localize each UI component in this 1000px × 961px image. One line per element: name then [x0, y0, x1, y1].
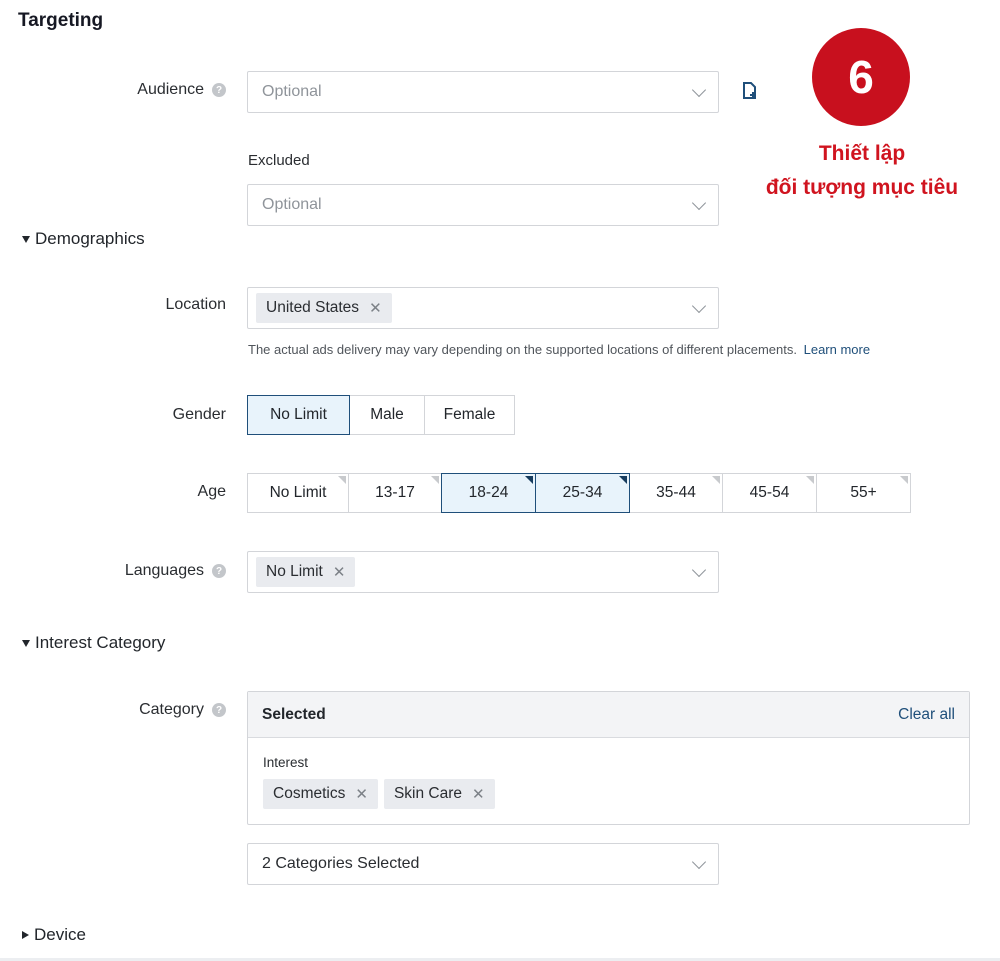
interest-group-label: Interest: [263, 755, 309, 770]
selected-heading: Selected: [262, 705, 326, 723]
age-option-18-24[interactable]: 18-24: [441, 473, 536, 513]
close-icon[interactable]: ✕: [333, 563, 346, 581]
excluded-select[interactable]: Optional: [247, 184, 719, 226]
interest-tag: Cosmetics ✕: [263, 779, 378, 809]
close-icon[interactable]: ✕: [472, 785, 485, 803]
excluded-label: Excluded: [248, 152, 310, 169]
close-icon[interactable]: ✕: [355, 785, 368, 803]
age-option-label: 13-17: [375, 484, 415, 501]
languages-label: Languages: [124, 562, 204, 579]
age-option-45-54[interactable]: 45-54: [722, 473, 817, 513]
help-icon[interactable]: ?: [212, 83, 226, 97]
clear-all-link[interactable]: Clear all: [898, 706, 955, 724]
caret-right-icon: [22, 931, 29, 939]
interest-category-toggle[interactable]: Interest Category: [22, 633, 165, 653]
category-dropdown[interactable]: 2 Categories Selected: [247, 843, 719, 885]
languages-select[interactable]: No Limit ✕: [247, 551, 719, 593]
chevron-down-icon: [691, 82, 707, 97]
age-option-label: 18-24: [468, 484, 509, 501]
age-option-no-limit[interactable]: No Limit: [247, 473, 349, 513]
corner-mark: [338, 476, 346, 484]
language-tag: No Limit ✕: [256, 557, 356, 587]
section-title-targeting: Targeting: [18, 10, 104, 31]
device-title: Device: [34, 925, 86, 944]
annotation-line-1: Thiết lập: [818, 142, 906, 165]
age-option-label: 35-44: [656, 484, 696, 501]
interest-tag: Skin Care ✕: [383, 779, 495, 809]
corner-mark: [900, 476, 908, 484]
demographics-toggle[interactable]: Demographics: [22, 229, 145, 249]
corner-mark: [619, 476, 627, 484]
location-note-text: The actual ads delivery may vary dependi…: [248, 342, 797, 357]
gender-label: Gender: [172, 406, 226, 423]
audience-select[interactable]: Optional: [247, 71, 719, 113]
age-segmented: No Limit 13-17 18-24 25-34 35-44 45-54 5…: [247, 473, 911, 513]
caret-down-icon: [22, 639, 30, 647]
age-option-13-17[interactable]: 13-17: [348, 473, 442, 513]
interest-tag-label: Cosmetics: [273, 785, 346, 802]
audience-label: Audience: [137, 81, 204, 98]
category-label-row: Category ?: [0, 698, 226, 722]
languages-label-row: Languages ?: [0, 559, 226, 583]
age-label-row: Age: [0, 480, 226, 504]
location-note: The actual ads delivery may vary dependi…: [248, 342, 870, 357]
close-icon[interactable]: ✕: [369, 299, 382, 317]
gender-segmented: No Limit Male Female: [247, 395, 515, 435]
location-tag-label: United States: [266, 299, 360, 316]
category-label: Category: [139, 701, 204, 718]
demographics-title: Demographics: [35, 229, 145, 248]
location-select[interactable]: United States ✕: [247, 287, 719, 329]
location-label: Location: [165, 296, 227, 313]
caret-down-icon: [22, 235, 30, 243]
corner-mark: [806, 476, 814, 484]
device-toggle[interactable]: Device: [22, 925, 86, 945]
annotation-line-2: đối tượng mục tiêu: [765, 176, 959, 199]
audience-label-row: Audience ?: [0, 78, 226, 102]
location-tags: United States ✕: [256, 293, 694, 323]
learn-more-link[interactable]: Learn more: [804, 342, 870, 357]
step-badge: 6: [812, 28, 910, 126]
gender-option-male[interactable]: Male: [349, 395, 425, 435]
age-label: Age: [197, 483, 226, 500]
gender-option-no-limit[interactable]: No Limit: [247, 395, 350, 435]
category-selected-header: Selected Clear all: [248, 692, 969, 738]
file-add-icon[interactable]: [741, 81, 759, 106]
help-icon[interactable]: ?: [212, 703, 226, 717]
audience-placeholder: Optional: [262, 83, 322, 100]
age-option-label: 25-34: [562, 484, 603, 501]
gender-label-row: Gender: [0, 403, 226, 427]
corner-mark: [525, 476, 533, 484]
corner-mark: [431, 476, 439, 484]
corner-mark: [712, 476, 720, 484]
interest-tags: Cosmetics ✕ Skin Care ✕: [248, 770, 969, 809]
location-label-row: Location: [0, 293, 227, 317]
languages-tags: No Limit ✕: [256, 557, 694, 587]
chevron-down-icon: [691, 298, 707, 313]
category-selected-panel: Selected Clear all Interest Cosmetics ✕ …: [247, 691, 970, 825]
category-dropdown-value: 2 Categories Selected: [262, 855, 420, 872]
age-option-55-plus[interactable]: 55+: [816, 473, 911, 513]
age-option-25-34[interactable]: 25-34: [535, 473, 630, 513]
age-option-label: No Limit: [269, 484, 327, 501]
gender-option-female[interactable]: Female: [424, 395, 515, 435]
excluded-placeholder: Optional: [262, 196, 322, 213]
help-icon[interactable]: ?: [212, 564, 226, 578]
interest-tag-label: Skin Care: [393, 785, 462, 802]
location-tag: United States ✕: [256, 293, 392, 323]
interest-category-title: Interest Category: [35, 633, 166, 652]
chevron-down-icon: [691, 562, 707, 577]
age-option-35-44[interactable]: 35-44: [629, 473, 723, 513]
age-option-label: 55+: [850, 484, 877, 501]
chevron-down-icon: [691, 195, 707, 210]
chevron-down-icon: [691, 854, 707, 869]
language-tag-label: No Limit: [266, 563, 323, 580]
age-option-label: 45-54: [749, 484, 790, 501]
